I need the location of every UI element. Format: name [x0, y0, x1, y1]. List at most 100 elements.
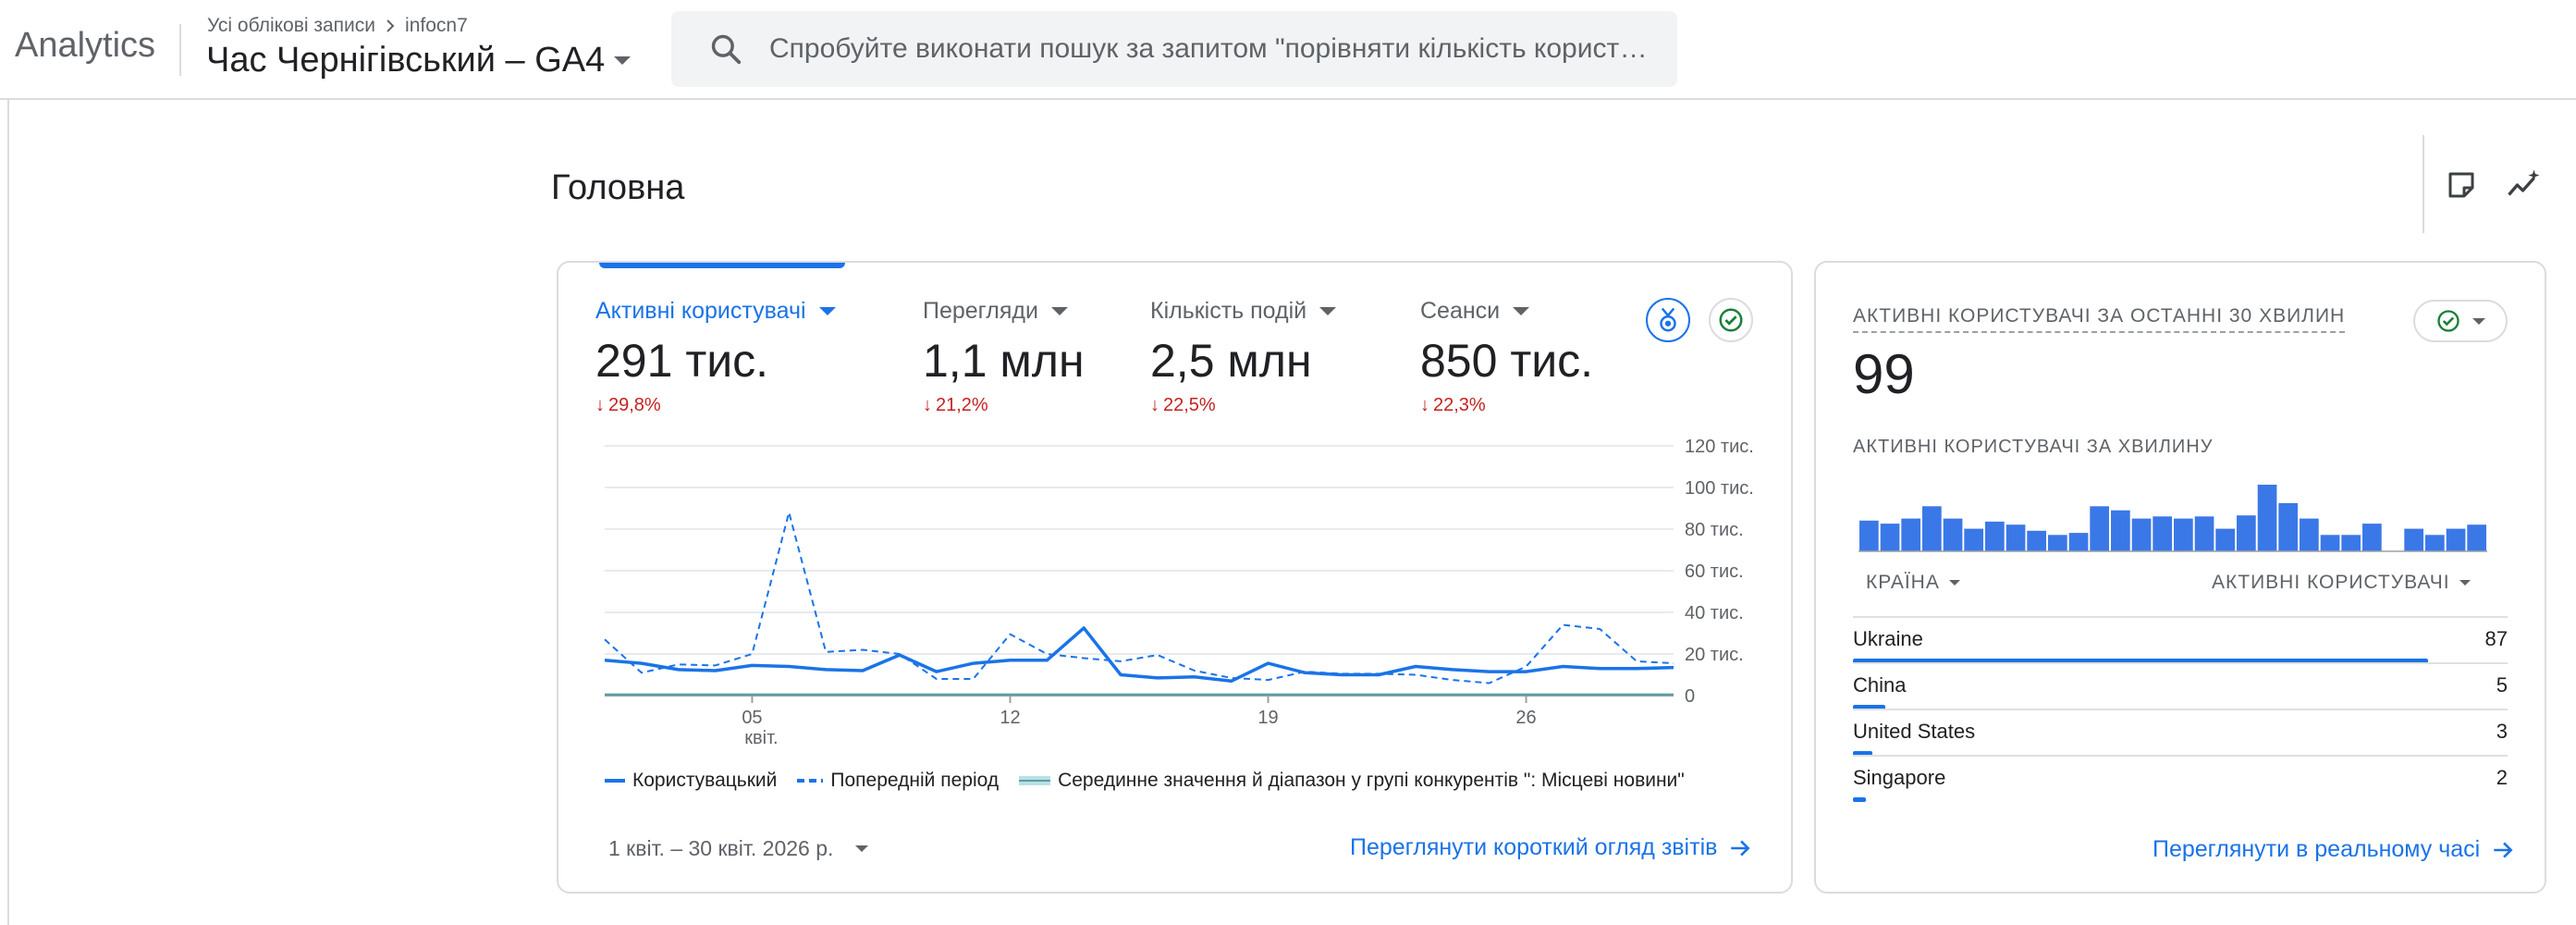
- y-tick-label: 0: [1685, 686, 1695, 707]
- minute-bar: [2027, 530, 2046, 551]
- caret-down-icon: [1513, 307, 1530, 315]
- solid-line-swatch: [605, 779, 625, 783]
- metric-label: Кількість подій: [1150, 298, 1307, 324]
- date-range-label: 1 квіт. – 30 квіт. 2026 р.: [608, 836, 834, 860]
- link-label: Переглянути в реальному часі: [2153, 836, 2481, 862]
- medal-icon: [1660, 307, 1676, 332]
- country-name: China: [1853, 673, 1907, 697]
- country-users-count: 87: [2484, 627, 2508, 650]
- minute-bar: [2362, 524, 2382, 551]
- link-label: Переглянути короткий огляд звітів: [1350, 834, 1718, 860]
- country-share-bar: [1853, 797, 1867, 802]
- legend-label: Серединне значення й діапазон у групі ко…: [1058, 770, 1685, 791]
- caret-down-icon: [818, 307, 836, 315]
- metric-value: 1,1 млн: [923, 335, 1085, 387]
- notes-button[interactable]: [2439, 163, 2484, 207]
- x-tick-label: 05: [742, 708, 762, 728]
- country-name: Singapore: [1853, 766, 1946, 789]
- minute-bar: [2153, 516, 2172, 551]
- country-name: Ukraine: [1853, 627, 1923, 650]
- metric-label: Сеанси: [1420, 298, 1501, 324]
- active-tab-indicator: [599, 263, 845, 268]
- minute-bar: [1943, 518, 1963, 551]
- band-swatch: [1019, 776, 1051, 785]
- metric-change: 21,2%: [936, 395, 988, 415]
- breadcrumb-accounts[interactable]: Усі облікові записи: [207, 15, 375, 37]
- caret-down-icon: [1319, 307, 1337, 315]
- legend-label: Попередній період: [830, 770, 1000, 791]
- minute-bar: [2174, 518, 2193, 551]
- legend-benchmark[interactable]: Серединне значення й діапазон у групі ко…: [1019, 770, 1685, 792]
- country-users-count: 2: [2496, 766, 2508, 789]
- y-tick-label: 120 тис.: [1685, 437, 1754, 457]
- search-bar[interactable]: Спробуйте виконати пошук за запитом "пор…: [671, 11, 1677, 87]
- benchmark-button[interactable]: [1646, 298, 1690, 342]
- series-previous-period-line: [604, 512, 1674, 684]
- view-reports-link[interactable]: Переглянути короткий огляд звітів: [1350, 834, 1752, 861]
- column-header-country[interactable]: КРАЇНА: [1866, 572, 1960, 594]
- metric-tab-active-users[interactable]: Активні користувачі 291 тис. ↓ 29,8%: [595, 298, 836, 416]
- metric-value: 2,5 млн: [1150, 335, 1312, 387]
- property-name: Час Чернігівський – GA4: [206, 41, 606, 80]
- arrow-right-icon: [2494, 841, 2513, 858]
- minute-bar: [1922, 506, 1942, 551]
- overview-card: Активні користувачі 291 тис. ↓ 29,8% Пере…: [557, 261, 1793, 894]
- breadcrumb[interactable]: Усі облікові записи infocn7: [207, 15, 468, 37]
- minute-bar: [2425, 535, 2445, 551]
- minute-bar: [2194, 516, 2214, 551]
- x-tick-label: 26: [1515, 708, 1536, 728]
- country-row[interactable]: United States 3: [1853, 709, 2508, 756]
- legend-previous[interactable]: Попередній період: [797, 770, 999, 792]
- metric-tab-event-count[interactable]: Кількість подій 2,5 млн ↓ 22,5%: [1150, 298, 1337, 416]
- top-app-bar: Analytics Усі облікові записи infocn7 Ча…: [0, 0, 2576, 100]
- y-tick-label: 40 тис.: [1685, 603, 1744, 623]
- column-header-active-users[interactable]: АКТИВНІ КОРИСТУВАЧІ: [2212, 572, 2471, 594]
- minute-bar: [2048, 535, 2067, 551]
- metric-tab-views[interactable]: Перегляди 1,1 млн ↓ 21,2%: [923, 298, 1085, 416]
- minute-bar: [2257, 485, 2277, 551]
- minute-bar: [2090, 506, 2109, 551]
- per-minute-bar-chart: [1858, 485, 2487, 552]
- arrow-down-icon: ↓: [923, 395, 932, 415]
- data-quality-button[interactable]: [1709, 298, 1753, 342]
- minute-bar: [2300, 518, 2319, 551]
- country-row[interactable]: Ukraine 87: [1853, 616, 2508, 663]
- metric-label: Активні користувачі: [595, 298, 806, 324]
- realtime-title[interactable]: АКТИВНІ КОРИСТУВАЧІ ЗА ОСТАННІ 30 ХВИЛИН: [1853, 305, 2346, 333]
- x-tick-label: 12: [1000, 708, 1020, 728]
- minute-bar: [2215, 528, 2235, 551]
- y-tick-label: 60 тис.: [1685, 561, 1744, 582]
- tools-divider: [2423, 135, 2424, 233]
- minute-bar: [1880, 524, 1900, 551]
- x-tick-sublabel: квіт.: [744, 728, 778, 748]
- property-selector[interactable]: Час Чернігівський – GA4: [206, 41, 632, 80]
- arrow-down-icon: ↓: [1420, 395, 1429, 415]
- metric-change: 22,3%: [1433, 395, 1486, 415]
- country-users-count: 5: [2496, 673, 2508, 697]
- metric-change: 22,5%: [1163, 395, 1216, 415]
- legend-current[interactable]: Користувацький: [605, 770, 777, 792]
- x-tick-label: 19: [1257, 708, 1278, 728]
- minute-bar: [2446, 528, 2466, 551]
- breadcrumb-account[interactable]: infocn7: [405, 15, 468, 37]
- arrow-down-icon: ↓: [595, 395, 605, 415]
- country-name: United States: [1853, 720, 1976, 743]
- caret-down-icon: [855, 845, 869, 852]
- insights-button[interactable]: [2502, 163, 2546, 207]
- metric-tab-sessions[interactable]: Сеанси 850 тис. ↓ 22,3%: [1420, 298, 1593, 416]
- country-row[interactable]: Singapore 2: [1853, 755, 2508, 802]
- date-range-selector[interactable]: 1 квіт. – 30 квіт. 2026 р.: [608, 836, 869, 861]
- country-row[interactable]: China 5: [1853, 662, 2508, 709]
- search-icon: [711, 34, 742, 65]
- minute-bar: [2278, 502, 2298, 551]
- left-rail-border: [7, 100, 9, 925]
- country-users-count: 3: [2496, 720, 2508, 743]
- realtime-status-dropdown[interactable]: [2413, 300, 2508, 342]
- minute-bar: [2111, 510, 2130, 551]
- caret-down-icon: [2459, 580, 2471, 586]
- metric-change: 29,8%: [608, 395, 661, 415]
- metric-label: Перегляди: [923, 298, 1038, 324]
- view-realtime-link[interactable]: Переглянути в реальному часі: [2153, 836, 2515, 863]
- analytics-logo[interactable]: Analytics: [15, 26, 155, 66]
- minute-bar: [2467, 524, 2486, 551]
